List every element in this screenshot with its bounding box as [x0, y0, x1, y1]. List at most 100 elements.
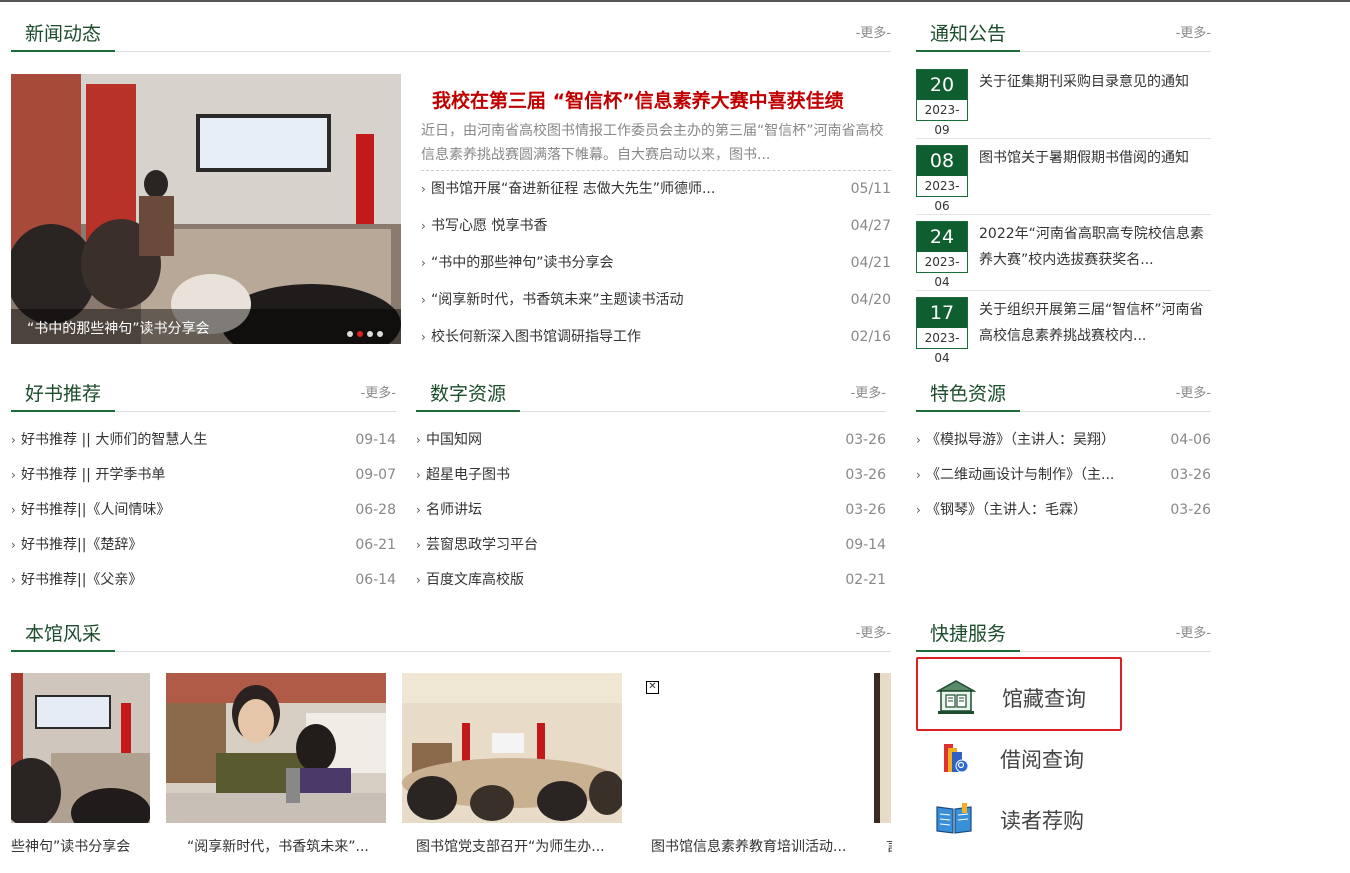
books-stack-icon — [944, 744, 969, 773]
chevron-right-icon: › — [416, 433, 421, 447]
books-section-header: 好书推荐 -更多- — [11, 380, 396, 412]
notice-item[interactable]: 24 2023-04 2022年“河南省高职高专院校信息素养大赛”校内选拔赛获奖名… — [916, 215, 1211, 291]
library-building-icon — [936, 680, 976, 714]
news-list-item[interactable]: › 校长何新深入图书馆调研指导工作 02/16 — [421, 319, 891, 356]
featured-more-link[interactable]: -更多- — [1176, 382, 1211, 401]
digital-list-item[interactable]: › 中国知网 03-26 — [416, 423, 886, 458]
news-summary: 近日，由河南省高校图书情报工作委员会主办的第三届“智信杯”河南省高校信息素养挑战… — [421, 123, 884, 163]
slide-photo — [11, 74, 401, 344]
gallery-more-link[interactable]: -更多- — [856, 622, 891, 641]
slide-caption: “书中的那些神句”读书分享会 — [27, 321, 210, 337]
digital-section-title: 数字资源 — [416, 380, 521, 412]
quick-service-label: 读者荐购 — [1000, 809, 1084, 833]
top-border — [0, 0, 1350, 2]
digital-list-item[interactable]: › 芸窗思政学习平台 09-14 — [416, 528, 886, 563]
chevron-right-icon: › — [11, 468, 16, 482]
notice-title: 2022年“河南省高职高专院校信息素养大赛”校内选拔赛获奖名... — [979, 226, 1204, 268]
notice-section-title: 通知公告 — [916, 20, 1021, 52]
gallery-section-title: 本馆风采 — [11, 620, 116, 652]
quick-service-reader-recommend[interactable]: 读者荐购 — [916, 781, 1122, 855]
gallery-photo-1[interactable] — [11, 673, 150, 823]
quick-section-header: 快捷服务 -更多- — [916, 620, 1211, 652]
notice-item[interactable]: 20 2023-09 关于征集期刊采购目录意见的通知 — [916, 63, 1211, 139]
chevron-right-icon: › — [421, 219, 426, 233]
books-list-item[interactable]: › 好书推荐||《人间情味》 06-28 — [11, 493, 396, 528]
slide-dot-2[interactable] — [357, 331, 363, 337]
gallery-caption-4[interactable]: 图书馆信息素养教育培训活动... — [651, 836, 861, 856]
notice-date-box: 17 2023-04 — [916, 297, 968, 365]
notice-title: 关于征集期刊采购目录意见的通知 — [979, 74, 1189, 90]
quick-service-label: 馆藏查询 — [1002, 687, 1086, 711]
digital-list: › 中国知网 03-26 › 超星电子图书 03-26 › 名师讲坛 03-26 › 芸窗思政… — [416, 423, 886, 598]
broken-image-icon: ✕ — [646, 681, 659, 694]
notice-more-link[interactable]: -更多- — [1176, 22, 1211, 41]
news-slideshow[interactable]: “书中的那些神句”读书分享会 — [11, 74, 401, 344]
quick-more-link[interactable]: -更多- — [1176, 622, 1211, 641]
featured-list-item[interactable]: › 《模拟导游》（主讲人：吴翔） 04-06 — [916, 423, 1211, 458]
digital-list-item[interactable]: › 超星电子图书 03-26 — [416, 458, 886, 493]
featured-list: › 《模拟导游》（主讲人：吴翔） 04-06 › 《二维动画设计与制作》（主... 03… — [916, 423, 1211, 528]
news-list-item[interactable]: › 书写心愿 悦享书香 04/27 — [421, 208, 891, 245]
notice-date-box: 24 2023-04 — [916, 221, 968, 289]
notice-title: 关于组织开展第三届“智信杯”河南省高校信息素养挑战赛校内... — [979, 302, 1204, 344]
chevron-right-icon: › — [11, 433, 16, 447]
notice-item[interactable]: 08 2023-06 图书馆关于暑期假期书借阅的通知 — [916, 139, 1211, 215]
gallery-caption-3[interactable]: 图书馆党支部召开“为师生办... — [416, 836, 626, 856]
slide-dots[interactable] — [347, 322, 383, 341]
chevron-right-icon: › — [416, 538, 421, 552]
news-headline[interactable]: 我校在第三届 “智信杯”信息素养大赛中喜获佳绩 — [432, 86, 892, 113]
gallery-caption-2[interactable]: “阅享新时代，书香筑未来”... — [187, 836, 387, 856]
digital-section-header: 数字资源 -更多- — [416, 380, 886, 412]
chevron-right-icon: › — [416, 573, 421, 587]
slide-dot-4[interactable] — [377, 331, 383, 337]
chevron-right-icon: › — [416, 503, 421, 517]
gallery-caption-5[interactable]: 言 — [886, 836, 892, 856]
chevron-right-icon: › — [916, 503, 921, 517]
digital-list-item[interactable]: › 名师讲坛 03-26 — [416, 493, 886, 528]
notice-section-header: 通知公告 -更多- — [916, 20, 1211, 52]
books-list-item[interactable]: › 好书推荐 || 大师们的智慧人生 09-14 — [11, 423, 396, 458]
books-list-item[interactable]: › 好书推荐||《楚辞》 06-21 — [11, 528, 396, 563]
news-list: › 图书馆开展“奋进新征程 志做大先生”师德师... 05/11 › 书写心愿 悦享书… — [421, 171, 891, 356]
chevron-right-icon: › — [421, 256, 426, 270]
gallery-photo-3[interactable] — [402, 673, 622, 823]
books-more-link[interactable]: -更多- — [361, 382, 396, 401]
gallery-caption-1[interactable]: 些神句”读书分享会 — [11, 836, 150, 856]
open-book-icon — [936, 803, 972, 834]
featured-section-title: 特色资源 — [916, 380, 1021, 412]
chevron-right-icon: › — [11, 538, 16, 552]
chevron-right-icon: › — [11, 503, 16, 517]
featured-list-item[interactable]: › 《二维动画设计与制作》（主... 03-26 — [916, 458, 1211, 493]
chevron-right-icon: › — [421, 293, 426, 307]
gallery-photo-5[interactable] — [874, 673, 891, 823]
gallery-photo-2[interactable] — [166, 673, 386, 823]
chevron-right-icon: › — [416, 468, 421, 482]
news-list-item[interactable]: › 图书馆开展“奋进新征程 志做大先生”师德师... 05/11 — [421, 171, 891, 208]
news-section-title: 新闻动态 — [11, 20, 116, 52]
books-list-item[interactable]: › 好书推荐 || 开学季书单 09-07 — [11, 458, 396, 493]
news-list-item[interactable]: › “阅享新时代，书香筑未来”主题读书活动 04/20 — [421, 282, 891, 319]
featured-list-item[interactable]: › 《钢琴》（主讲人：毛霖） 03-26 — [916, 493, 1211, 528]
digital-more-link[interactable]: -更多- — [851, 382, 886, 401]
news-more-link[interactable]: -更多- — [856, 22, 891, 41]
news-list-item[interactable]: › “书中的那些神句”读书分享会 04/21 — [421, 245, 891, 282]
notice-title: 图书馆关于暑期假期书借阅的通知 — [979, 150, 1189, 166]
notice-date-box: 08 2023-06 — [916, 145, 968, 213]
notice-item[interactable]: 17 2023-04 关于组织开展第三届“智信杯”河南省高校信息素养挑战赛校内..… — [916, 291, 1211, 367]
chevron-right-icon: › — [11, 573, 16, 587]
chevron-right-icon: › — [421, 182, 426, 196]
news-section-header: 新闻动态 -更多- — [11, 20, 891, 52]
chevron-right-icon: › — [421, 330, 426, 344]
chevron-right-icon: › — [916, 468, 921, 482]
books-list-item[interactable]: › 好书推荐||《父亲》 06-14 — [11, 563, 396, 598]
notice-date-box: 20 2023-09 — [916, 69, 968, 137]
digital-list-item[interactable]: › 百度文库高校版 02-21 — [416, 563, 886, 598]
quick-service-label: 借阅查询 — [1000, 748, 1084, 772]
slide-dot-1[interactable] — [347, 331, 353, 337]
books-section-title: 好书推荐 — [11, 380, 116, 412]
featured-section-header: 特色资源 -更多- — [916, 380, 1211, 412]
quick-section-title: 快捷服务 — [916, 620, 1021, 652]
books-list: › 好书推荐 || 大师们的智慧人生 09-14 › 好书推荐 || 开学季书单 09-… — [11, 423, 396, 598]
chevron-right-icon: › — [916, 433, 921, 447]
slide-dot-3[interactable] — [367, 331, 373, 337]
